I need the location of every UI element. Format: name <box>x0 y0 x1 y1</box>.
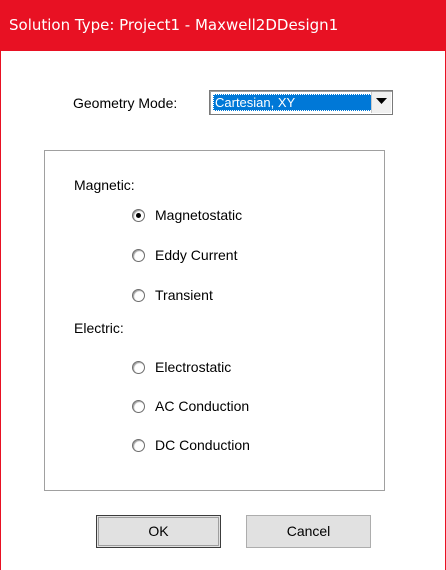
geometry-mode-select[interactable]: Cartesian, XY <box>209 90 393 115</box>
window-title: Solution Type: Project1 - Maxwell2DDesig… <box>9 16 339 34</box>
radio-label: Eddy Current <box>155 247 238 263</box>
radio-button-icon[interactable] <box>132 248 145 262</box>
magnetic-label: Magnetic: <box>74 177 135 193</box>
radio-selected-dot <box>136 212 141 218</box>
geometry-mode-value: Cartesian, XY <box>213 94 373 111</box>
radio-label: Transient <box>155 287 213 303</box>
radio-electrostatic[interactable]: Electrostatic <box>132 358 231 376</box>
radio-button-icon[interactable] <box>132 208 145 222</box>
radio-ac-conduction[interactable]: AC Conduction <box>132 397 249 415</box>
cancel-button[interactable]: Cancel <box>246 515 371 548</box>
geometry-mode-label: Geometry Mode: <box>73 95 178 111</box>
ok-button[interactable]: OK <box>96 515 221 548</box>
radio-magnetostatic[interactable]: Magnetostatic <box>132 206 242 224</box>
radio-label: DC Conduction <box>155 437 250 453</box>
radio-button-icon[interactable] <box>132 288 145 302</box>
chevron-down-icon <box>376 98 387 104</box>
solution-type-dialog: Solution Type: Project1 - Maxwell2DDesig… <box>0 0 446 570</box>
radio-eddy-current[interactable]: Eddy Current <box>132 246 237 264</box>
radio-label: Magnetostatic <box>155 207 243 223</box>
radio-button-icon[interactable] <box>132 360 145 374</box>
electric-label: Electric: <box>74 320 124 336</box>
radio-transient[interactable]: Transient <box>132 286 213 304</box>
title-bar[interactable]: Solution Type: Project1 - Maxwell2DDesig… <box>1 0 445 51</box>
radio-label: Electrostatic <box>155 359 232 375</box>
radio-dc-conduction[interactable]: DC Conduction <box>132 436 250 454</box>
radio-label: AC Conduction <box>155 398 250 414</box>
radio-button-icon[interactable] <box>132 438 145 452</box>
radio-button-icon[interactable] <box>132 399 145 413</box>
geometry-mode-dropdown-button[interactable] <box>371 92 391 113</box>
